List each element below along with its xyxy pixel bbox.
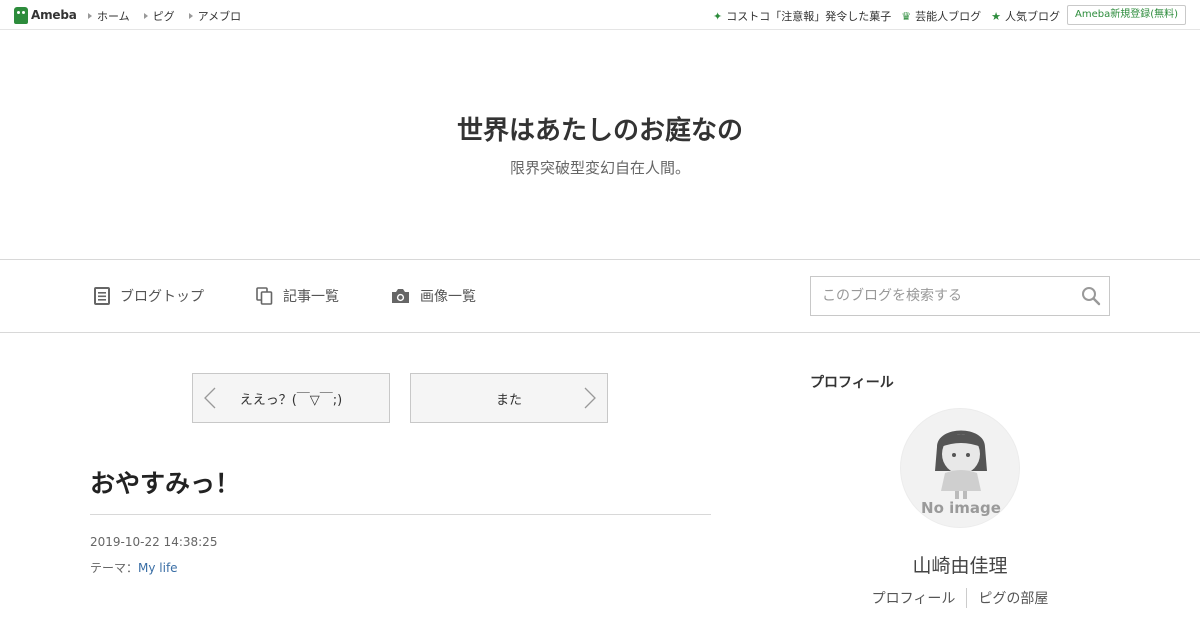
ameba-logo-icon bbox=[14, 6, 28, 24]
divider bbox=[90, 514, 711, 515]
entry-date: 2019-10-22 14:38:25 bbox=[90, 535, 218, 549]
register-button[interactable]: Ameba新規登録(無料) bbox=[1066, 5, 1186, 25]
image-list-label: 画像一覧 bbox=[420, 289, 476, 305]
triangle-icon bbox=[143, 13, 148, 19]
profile-heading: プロフィール bbox=[810, 375, 894, 391]
chevron-right-icon bbox=[584, 387, 596, 409]
popular-blog-link[interactable]: ★ 人気ブログ bbox=[991, 8, 1060, 24]
next-entry-button[interactable]: また bbox=[410, 373, 608, 423]
chevron-left-icon bbox=[204, 387, 216, 409]
profile-links: プロフィール ピグの部屋 bbox=[810, 588, 1110, 608]
nav-link-label: アメブロ bbox=[197, 10, 242, 23]
blog-search bbox=[810, 276, 1110, 316]
prev-entry-label: ええっ？(￣▽￣;) bbox=[239, 392, 343, 408]
document-icon bbox=[94, 287, 110, 305]
nav-link-pigg[interactable]: ピグ bbox=[143, 8, 175, 24]
blog-title[interactable]: 世界はあたしのお庭なの bbox=[0, 110, 1200, 147]
blog-nav: ブログトップ 記事一覧 画像一覧 bbox=[0, 260, 1200, 333]
celebrity-blog-link[interactable]: ♛ 芸能人ブログ bbox=[901, 8, 981, 24]
avatar[interactable]: No image bbox=[900, 408, 1020, 528]
blog-header: 世界はあたしのお庭なの 限界突破型変幻自在人間。 bbox=[0, 30, 1200, 260]
nav-link-home[interactable]: ホーム bbox=[88, 8, 130, 24]
search-icon[interactable] bbox=[1081, 286, 1101, 306]
blog-description: 限界突破型変幻自在人間。 bbox=[509, 159, 690, 177]
trending-link-label: コストコ「注意報」発令した菓子 bbox=[726, 10, 892, 23]
nav-link-label: ホーム bbox=[97, 10, 130, 23]
triangle-icon bbox=[188, 13, 193, 19]
celebrity-blog-label: 芸能人ブログ bbox=[915, 10, 982, 23]
nav-link-ameblo[interactable]: アメブロ bbox=[188, 8, 242, 24]
no-image-text: No image bbox=[921, 499, 1001, 517]
entry-list-link[interactable]: 記事一覧 bbox=[256, 286, 339, 306]
pigg-room-link[interactable]: ピグの部屋 bbox=[966, 588, 1059, 608]
crown-icon: ♛ bbox=[901, 9, 912, 23]
trending-link[interactable]: ✦ コストコ「注意報」発令した菓子 bbox=[713, 8, 891, 24]
camera-icon bbox=[392, 289, 409, 303]
global-header: Ameba ホーム ピグ アメブロ ✦ コストコ「注意報」発令した菓子 ♛ 芸能人ブ… bbox=[0, 0, 1200, 30]
prev-entry-button[interactable]: ええっ？(￣▽￣;) bbox=[192, 373, 390, 423]
global-nav-right: ✦ コストコ「注意報」発令した菓子 ♛ 芸能人ブログ ★ 人気ブログ bbox=[703, 8, 1060, 24]
popular-blog-label: 人気ブログ bbox=[1005, 10, 1060, 23]
sparkle-icon: ✦ bbox=[713, 9, 723, 23]
next-entry-label: また bbox=[495, 392, 522, 408]
entry-title[interactable]: おやすみっ！ bbox=[90, 464, 240, 500]
nav-link-label: ピグ bbox=[152, 10, 175, 23]
search-input[interactable] bbox=[811, 277, 1071, 315]
blog-top-label: ブログトップ bbox=[120, 289, 204, 305]
copy-icon bbox=[256, 287, 273, 305]
triangle-icon bbox=[88, 13, 92, 19]
profile-link[interactable]: プロフィール bbox=[861, 588, 967, 608]
ameba-logo[interactable]: Ameba bbox=[14, 6, 77, 24]
blog-top-link[interactable]: ブログトップ bbox=[94, 286, 204, 306]
entry-theme: テーマ：My life bbox=[90, 559, 178, 576]
blog-nav-links: ブログトップ 記事一覧 画像一覧 bbox=[94, 286, 528, 306]
global-nav-left: ホーム ピグ アメブロ bbox=[88, 8, 255, 24]
entry-list-label: 記事一覧 bbox=[283, 289, 339, 305]
image-list-link[interactable]: 画像一覧 bbox=[391, 286, 476, 306]
theme-label: テーマ： bbox=[90, 561, 139, 575]
star-icon: ★ bbox=[991, 9, 1001, 23]
profile-name[interactable]: 山崎由佳理 bbox=[810, 551, 1110, 578]
logo-text: Ameba bbox=[31, 8, 77, 22]
theme-link[interactable]: My life bbox=[138, 561, 178, 575]
